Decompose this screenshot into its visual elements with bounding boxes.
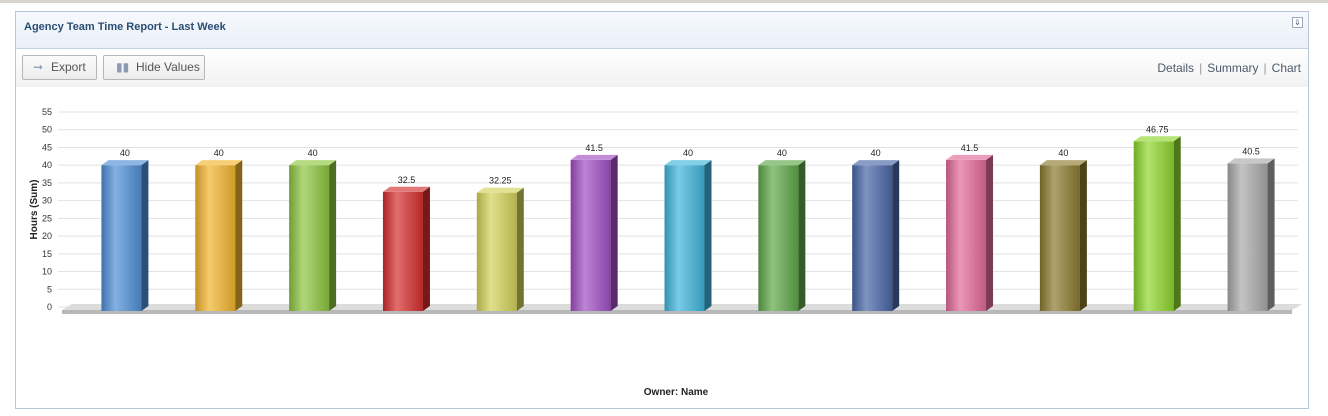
panel-header: Agency Team Time Report - Last Week ⇓ [16, 12, 1308, 49]
collapse-icon[interactable]: ⇓ [1292, 17, 1303, 28]
bar [195, 165, 236, 311]
y-tick-label: 10 [42, 267, 52, 277]
export-label: Export [51, 60, 86, 74]
bar-top [758, 160, 806, 166]
bar-side [798, 160, 806, 311]
data-label: 32.25 [489, 176, 512, 186]
bar-side [1079, 160, 1087, 311]
bar-top [476, 187, 524, 193]
bar [852, 165, 893, 311]
data-label: 32.5 [398, 175, 416, 185]
toolbar: ➞ Export ▮▮ Hide Values Details | Summary |… [16, 49, 1308, 87]
bar-top [664, 160, 712, 166]
bar-chart-icon: ▮▮ [116, 60, 130, 74]
bar-top [570, 154, 618, 160]
summary-link[interactable]: Summary [1202, 61, 1263, 75]
data-label: 40 [777, 148, 787, 158]
page-margin [0, 334, 14, 416]
y-tick-label: 0 [47, 302, 52, 312]
bar-top [382, 186, 430, 192]
bar-side [1173, 136, 1181, 311]
top-rule [0, 0, 1328, 3]
bar-side [610, 154, 618, 311]
bar [1227, 163, 1268, 311]
bar [1133, 141, 1174, 311]
hide-values-button[interactable]: ▮▮ Hide Values [103, 55, 205, 80]
y-tick-label: 40 [42, 160, 52, 170]
view-links: Details | Summary | Chart [1152, 61, 1301, 75]
panel-title: Agency Team Time Report - Last Week [24, 21, 226, 33]
y-tick-label: 25 [42, 213, 52, 223]
y-axis-label: Hours (Sum) [29, 180, 40, 240]
y-tick-label: 45 [42, 142, 52, 152]
bar-side [516, 187, 524, 311]
bar-side [986, 154, 994, 311]
bar-chart: 0510152025303540455055Hours (Sum)40 40 403… [29, 107, 1302, 398]
bar [758, 165, 799, 311]
arrow-right-icon: ➞ [33, 60, 44, 74]
bar-side [141, 160, 149, 311]
bar-top [195, 160, 243, 166]
y-tick-label: 5 [47, 284, 52, 294]
bar [382, 191, 423, 311]
data-label: 46.75 [1146, 124, 1169, 134]
bar [1039, 165, 1080, 311]
data-label: 41.5 [585, 143, 603, 153]
report-panel: Agency Team Time Report - Last Week ⇓ ➞ … [15, 11, 1309, 409]
bar-top [1039, 160, 1087, 166]
data-label: 40 [683, 148, 693, 158]
bar [664, 165, 705, 311]
bar [946, 159, 987, 311]
data-label: 40 [871, 148, 881, 158]
data-label: 40 [214, 148, 224, 158]
data-label: 40 [308, 148, 318, 158]
bar-side [329, 160, 337, 311]
bar-top [101, 160, 149, 166]
bar-top [1227, 158, 1275, 164]
bar [570, 159, 611, 311]
bar [289, 165, 330, 311]
y-tick-label: 20 [42, 231, 52, 241]
bar-side [422, 186, 430, 311]
chart-link[interactable]: Chart [1267, 61, 1301, 75]
y-tick-label: 55 [42, 107, 52, 117]
data-label: 40 [120, 148, 130, 158]
data-label: 41.5 [961, 143, 979, 153]
export-button[interactable]: ➞ Export [22, 55, 97, 80]
bar [101, 165, 142, 311]
bar-top [946, 154, 994, 160]
bar-side [1267, 158, 1275, 311]
data-label: 40.5 [1242, 146, 1260, 156]
bar-top [1133, 136, 1181, 142]
y-tick-label: 35 [42, 178, 52, 188]
hide-values-label: Hide Values [136, 60, 200, 74]
bar-side [704, 160, 712, 311]
bar-top [289, 160, 337, 166]
data-label: 40 [1058, 148, 1068, 158]
bar [476, 192, 517, 311]
x-axis-label: Owner: Name [644, 387, 709, 398]
bar-side [892, 160, 900, 311]
bar-top [852, 160, 900, 166]
y-tick-label: 50 [42, 125, 52, 135]
bar-side [235, 160, 243, 311]
details-link[interactable]: Details [1152, 61, 1199, 75]
y-tick-label: 30 [42, 196, 52, 206]
y-tick-label: 15 [42, 249, 52, 259]
chart-area: 0 5 10 15 20 25 30 35 40 45 50 55 Hours (Sum) 40 40 40 3… [16, 87, 1308, 408]
